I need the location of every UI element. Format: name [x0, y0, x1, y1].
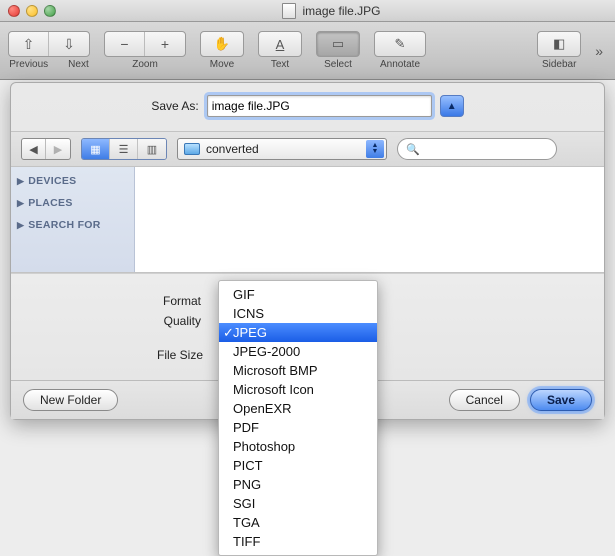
icon-view-button[interactable]: ▦ — [82, 139, 110, 159]
minimize-icon[interactable] — [26, 5, 38, 17]
save-button[interactable]: Save — [530, 389, 592, 411]
sidebar-item-label: DEVICES — [28, 175, 76, 187]
disclosure-triangle-icon: ▶ — [17, 176, 24, 187]
format-menu-item[interactable]: JPEG — [219, 323, 377, 342]
saveas-input[interactable] — [207, 95, 432, 117]
saveas-label: Save As: — [151, 99, 198, 113]
icon-view-icon: ▦ — [90, 143, 100, 156]
format-menu-item[interactable]: PDF — [219, 418, 377, 437]
list-view-icon: ☰ — [119, 143, 129, 156]
text-icon: A — [276, 37, 285, 52]
cancel-label: Cancel — [466, 393, 503, 407]
sidebar-item-searchfor[interactable]: ▶ SEARCH FOR — [17, 219, 128, 231]
prev-next-seg: ⇧ ⇩ — [8, 31, 90, 57]
close-icon[interactable] — [8, 5, 20, 17]
format-menu-item[interactable]: SGI — [219, 494, 377, 513]
back-button[interactable]: ◀ — [22, 139, 46, 159]
folder-name: converted — [206, 142, 259, 156]
format-menu-item[interactable]: PICT — [219, 456, 377, 475]
traffic-lights — [8, 5, 56, 17]
text-button[interactable]: A — [258, 31, 302, 57]
disclosure-triangle-icon: ▶ — [17, 220, 24, 231]
source-list: ▶ DEVICES ▶ PLACES ▶ SEARCH FOR — [11, 167, 135, 272]
column-view-icon: ▥ — [147, 143, 157, 156]
sidebar-item-label: PLACES — [28, 197, 72, 209]
arrow-down-icon: ⇩ — [63, 36, 75, 53]
move-label: Move — [210, 59, 234, 70]
previous-label: Previous — [9, 59, 48, 70]
hand-icon: ✋ — [214, 36, 230, 52]
sidebar-icon: ◧ — [553, 36, 565, 52]
plus-icon: + — [161, 36, 169, 52]
move-button[interactable]: ✋ — [200, 31, 244, 57]
minus-icon: − — [120, 36, 128, 52]
format-menu-item[interactable]: JPEG-2000 — [219, 342, 377, 361]
zoom-icon[interactable] — [44, 5, 56, 17]
zoom-label: Zoom — [132, 59, 158, 70]
format-menu-item[interactable]: Microsoft BMP — [219, 361, 377, 380]
document-icon — [282, 3, 296, 19]
new-folder-button[interactable]: New Folder — [23, 389, 118, 411]
forward-button[interactable]: ▶ — [46, 139, 70, 159]
format-menu-item[interactable]: TIFF — [219, 532, 377, 551]
select-button[interactable]: ▭ — [316, 31, 360, 57]
chevron-right-icon: ▶ — [54, 143, 62, 156]
next-button[interactable]: ⇩ — [49, 32, 89, 56]
format-menu-item[interactable]: GIF — [219, 285, 377, 304]
column-view-button[interactable]: ▥ — [138, 139, 166, 159]
previous-button[interactable]: ⇧ — [9, 32, 49, 56]
sidebar-item-places[interactable]: ▶ PLACES — [17, 197, 128, 209]
search-icon: 🔍 — [406, 143, 420, 156]
sidebar-label: Sidebar — [542, 59, 576, 70]
format-label: Format — [41, 294, 201, 308]
folder-popup[interactable]: converted ▲▼ — [177, 138, 387, 160]
list-view-button[interactable]: ☰ — [110, 139, 138, 159]
window-title: image file.JPG — [302, 4, 380, 18]
text-label: Text — [271, 59, 289, 70]
nav-back-forward: ◀ ▶ — [21, 138, 71, 160]
save-label: Save — [547, 393, 575, 407]
disclosure-triangle-icon: ▶ — [17, 198, 24, 209]
pencil-icon: ✎ — [395, 36, 406, 52]
arrow-up-icon: ⇧ — [23, 36, 35, 53]
sidebar-item-label: SEARCH FOR — [28, 219, 100, 231]
annotate-label: Annotate — [380, 59, 420, 70]
format-menu-item[interactable]: PNG — [219, 475, 377, 494]
zoom-seg: − + — [104, 31, 186, 57]
zoom-out-button[interactable]: − — [105, 32, 145, 56]
format-menu-item[interactable]: Photoshop — [219, 437, 377, 456]
sidebar-item-devices[interactable]: ▶ DEVICES — [17, 175, 128, 187]
search-field[interactable]: 🔍 — [397, 138, 557, 160]
new-folder-label: New Folder — [40, 393, 101, 407]
annotate-button[interactable]: ✎ — [374, 31, 426, 57]
triangle-up-icon: ▲ — [447, 101, 457, 112]
overflow-icon[interactable]: » — [595, 43, 607, 59]
select-label: Select — [324, 59, 352, 70]
sidebar-button[interactable]: ◧ — [537, 31, 581, 57]
disclosure-button[interactable]: ▲ — [440, 95, 464, 117]
format-menu-item[interactable]: TGA — [219, 513, 377, 532]
select-icon: ▭ — [332, 36, 344, 52]
filesize-label: File Size — [157, 348, 203, 362]
window-titlebar: image file.JPG — [0, 0, 615, 22]
popup-arrows-icon: ▲▼ — [366, 140, 384, 158]
folder-icon — [184, 143, 200, 155]
format-menu-item[interactable]: ICNS — [219, 304, 377, 323]
zoom-in-button[interactable]: + — [145, 32, 185, 56]
file-browser: ▶ DEVICES ▶ PLACES ▶ SEARCH FOR — [11, 167, 604, 273]
chevron-left-icon: ◀ — [29, 143, 37, 156]
format-menu[interactable]: GIFICNSJPEGJPEG-2000Microsoft BMPMicroso… — [218, 280, 378, 556]
next-label: Next — [68, 59, 89, 70]
quality-label: Quality — [41, 314, 201, 328]
file-list[interactable] — [135, 167, 604, 272]
format-menu-item[interactable]: OpenEXR — [219, 399, 377, 418]
view-mode-seg: ▦ ☰ ▥ — [81, 138, 167, 160]
location-bar: ◀ ▶ ▦ ☰ ▥ converted ▲▼ 🔍 — [11, 131, 604, 167]
format-menu-item[interactable]: Microsoft Icon — [219, 380, 377, 399]
main-toolbar: ⇧ ⇩ Previous Next − + Zoom ✋ Move A Text… — [0, 22, 615, 80]
cancel-button[interactable]: Cancel — [449, 389, 520, 411]
search-input[interactable] — [426, 142, 560, 156]
